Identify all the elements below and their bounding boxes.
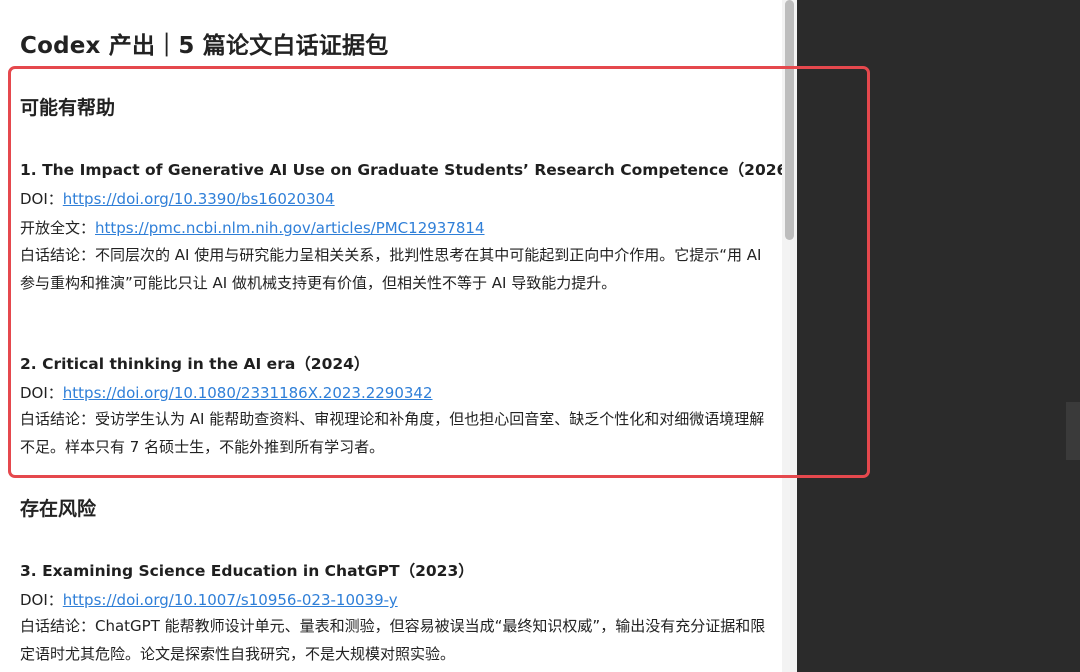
paper-3-title: 3. Examining Science Education in ChatGP… bbox=[20, 562, 474, 580]
paper-1-fulltext-link[interactable]: https://pmc.ncbi.nlm.nih.gov/articles/PM… bbox=[95, 219, 485, 237]
section-heading-helpful: 可能有帮助 bbox=[20, 97, 116, 119]
paper-3-doi-row: DOI：https://doi.org/10.1007/s10956-023-1… bbox=[20, 589, 398, 610]
paper-2-doi-row: DOI：https://doi.org/10.1080/2331186X.202… bbox=[20, 382, 433, 403]
paper-1-title: 1. The Impact of Generative AI Use on Gr… bbox=[20, 161, 797, 179]
paper-2-conclusion: 白话结论：受访学生认为 AI 能帮助查资料、审视理论和补角度，但也担心回音室、缺… bbox=[20, 410, 765, 456]
paper-1-fulltext-row: 开放全文：https://pmc.ncbi.nlm.nih.gov/articl… bbox=[20, 217, 485, 238]
paper-1-doi-label: DOI： bbox=[20, 190, 63, 208]
paper-2-doi-link[interactable]: https://doi.org/10.1080/2331186X.2023.22… bbox=[63, 384, 433, 402]
paper-2-title: 2. Critical thinking in the AI era（2024） bbox=[20, 355, 370, 373]
paper-1-fulltext-label: 开放全文： bbox=[20, 219, 96, 237]
document-panel: Codex 产出｜5 篇论文白话证据包 可能有帮助 1. The Impact … bbox=[0, 0, 797, 672]
paper-1-conclusion: 白话结论：不同层次的 AI 使用与研究能力呈相关关系，批判性思考在其中可能起到正… bbox=[20, 246, 762, 292]
section-heading-risk: 存在风险 bbox=[20, 498, 97, 520]
scrollbar-thumb[interactable] bbox=[785, 0, 794, 240]
document-title: Codex 产出｜5 篇论文白话证据包 bbox=[20, 33, 389, 59]
paper-3-doi-label: DOI： bbox=[20, 591, 63, 609]
side-panel-handle[interactable] bbox=[1066, 402, 1080, 460]
paper-3-conclusion: 白话结论：ChatGPT 能帮教师设计单元、量表和测验，但容易被误当成“最终知识… bbox=[20, 617, 766, 663]
paper-1-doi-link[interactable]: https://doi.org/10.3390/bs16020304 bbox=[63, 190, 335, 208]
paper-2-doi-label: DOI： bbox=[20, 384, 63, 402]
screen: Codex 产出｜5 篇论文白话证据包 可能有帮助 1. The Impact … bbox=[0, 0, 1080, 672]
paper-3-doi-link[interactable]: https://doi.org/10.1007/s10956-023-10039… bbox=[63, 591, 398, 609]
paper-1-doi-row: DOI：https://doi.org/10.3390/bs16020304 bbox=[20, 188, 335, 209]
